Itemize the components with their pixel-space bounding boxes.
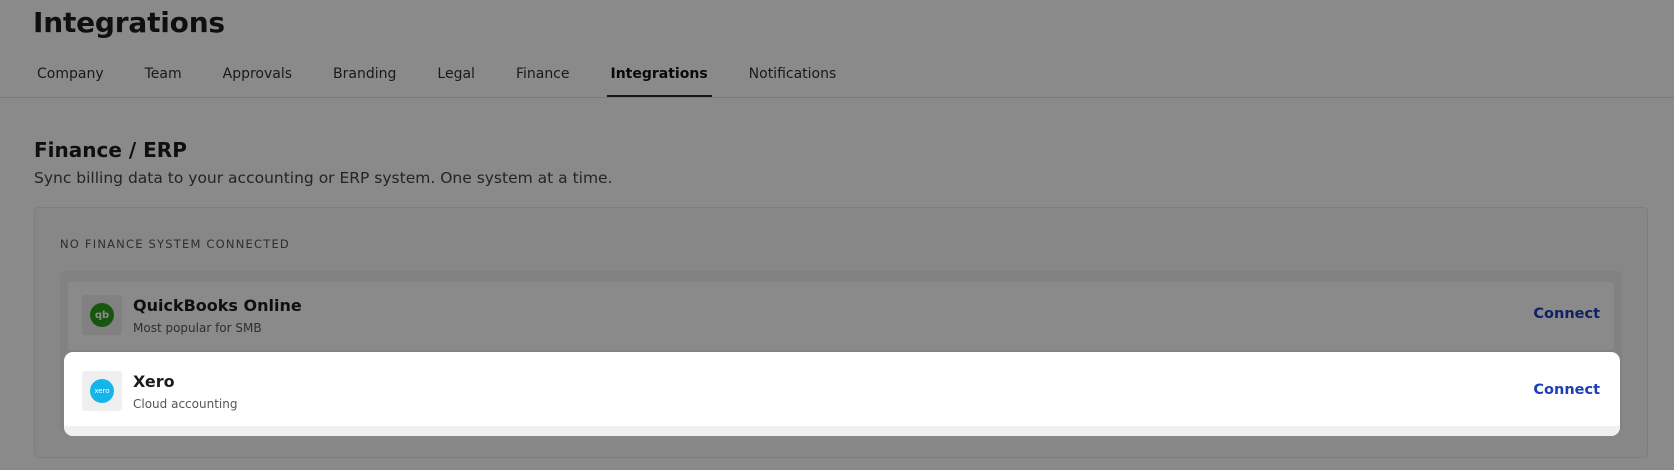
- xero-logo-mark: xero: [90, 379, 114, 403]
- list-background-strip: [64, 426, 1620, 436]
- integration-row-xero: xero Xero Cloud accounting Connect: [68, 358, 1614, 426]
- xero-logo-icon: xero: [82, 371, 122, 411]
- connect-xero-button[interactable]: Connect: [1533, 382, 1600, 398]
- integration-name: Xero: [133, 372, 175, 391]
- highlighted-integration-card: xero Xero Cloud accounting Connect: [64, 352, 1620, 436]
- integration-subtitle: Cloud accounting: [133, 397, 238, 411]
